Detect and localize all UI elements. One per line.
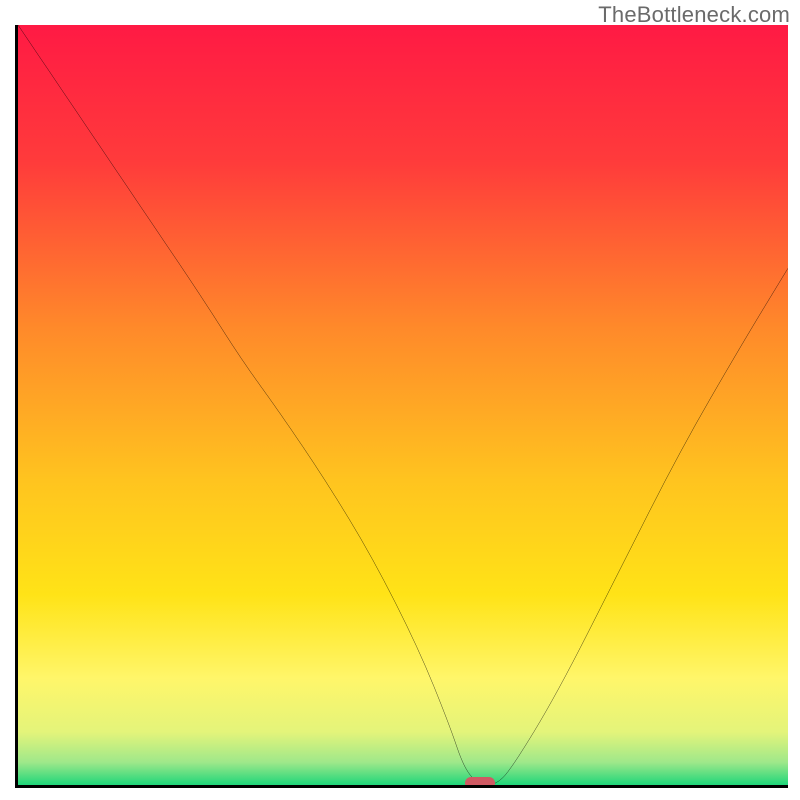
watermark-text: TheBottleneck.com: [598, 2, 790, 28]
bottleneck-curve: [18, 25, 788, 785]
optimum-marker: [465, 777, 495, 788]
chart-container: TheBottleneck.com: [0, 0, 800, 800]
plot-area: [15, 25, 788, 788]
